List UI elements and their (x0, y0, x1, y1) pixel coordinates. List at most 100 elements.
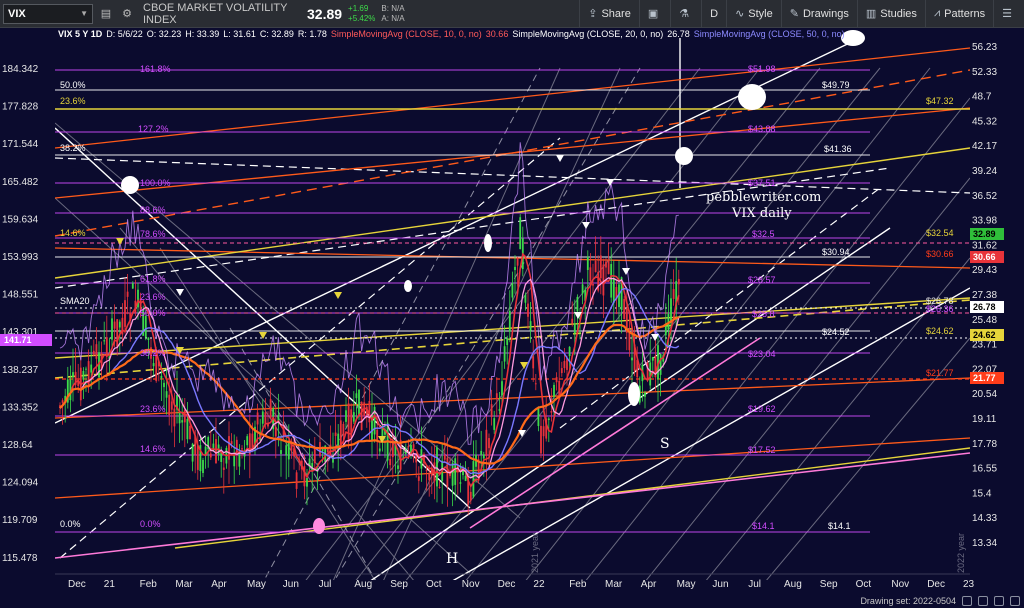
expand-icon[interactable] (1010, 596, 1020, 606)
candle (191, 442, 194, 472)
candle (519, 214, 522, 250)
link-icon[interactable]: ▤ (98, 6, 114, 22)
fib-right-label: $30.94 (822, 247, 850, 257)
share-button[interactable]: ⇪ Share (579, 0, 639, 28)
right-axis-price-tag-text: 32.89 (973, 229, 996, 239)
candle (599, 236, 602, 295)
instrument-name: CBOE MARKET VOLATILITY INDEX (143, 1, 288, 26)
time-axis-tick: Jun (712, 579, 728, 590)
zoom-in-icon[interactable] (978, 596, 988, 606)
arrow-marker-icon (582, 222, 590, 229)
time-axis-tick: Sep (820, 579, 838, 590)
candle (178, 394, 181, 443)
bid-value: B: N/A (381, 3, 405, 13)
right-price-axis[interactable]: 56.23 52.33 48.7 45.32 42.17 39.24 36.52 33.98 3… (970, 42, 1004, 549)
fib-right-label: $14.1 (828, 521, 851, 531)
right-axis-tick: 17.78 (972, 439, 997, 450)
candle (594, 236, 597, 273)
sma20-tag: SMA20 (60, 296, 90, 306)
left-axis-tick: 128.64 (2, 440, 33, 451)
candle (412, 441, 415, 463)
candle (225, 445, 228, 469)
symbol-selector[interactable]: VIX ▼ (3, 3, 93, 24)
ohlc-high: H: 33.39 (185, 29, 220, 39)
candle (631, 334, 633, 385)
drawings-icon: ✎ (789, 8, 799, 20)
fib-right-label: $32.5 (752, 229, 775, 239)
style-label: Style (748, 7, 773, 20)
price-chart[interactable]: 161.8% 50.0% 23.6% 127.2% 38.2% 100.0% 88.6% 14… (0, 28, 1024, 608)
candle (98, 341, 100, 390)
style-button[interactable]: ∿ Style (726, 0, 781, 28)
watermark-site: pebblewriter.com (706, 190, 821, 205)
candle (436, 445, 438, 503)
candle (199, 436, 202, 482)
candle (196, 430, 199, 480)
fib-left-label: 127.2% (138, 124, 169, 134)
gear-icon[interactable]: ⚙ (119, 6, 135, 22)
timeframe-button[interactable]: D (701, 0, 726, 28)
pan-icon[interactable] (994, 596, 1004, 606)
studies-button[interactable]: ▥ Studies (856, 0, 925, 28)
candle (490, 389, 493, 426)
year-marker-2021: 2021 year (530, 533, 540, 573)
time-axis-tick: Nov (462, 579, 480, 590)
candle (503, 325, 506, 369)
candle (649, 338, 652, 390)
right-axis-tick: 25.48 (972, 315, 997, 326)
candle (168, 372, 171, 426)
candle (350, 403, 353, 456)
fib-left-label: 38.2% (140, 348, 166, 358)
candle (508, 290, 511, 343)
fib-left-label: 23.6% (140, 292, 166, 302)
fib-right-label: $24.52 (822, 327, 850, 337)
candle (238, 444, 241, 476)
fib-left-label: 61.8% (140, 274, 166, 284)
sma50-label[interactable]: SimpleMovingAvg (CLOSE, 50, 0, no) (694, 28, 845, 40)
fib-right-label: $25.8 (752, 309, 775, 319)
right-axis-price-tag: 26.78 (970, 301, 1004, 313)
time-axis[interactable]: Dec 21 Feb Mar Apr May Jun Jul Aug Sep Oct Nov Dec 22… (55, 573, 975, 590)
candle (319, 423, 321, 458)
candle (558, 356, 561, 397)
fib-right-label: $26.36 (926, 304, 954, 314)
candle (371, 393, 373, 458)
right-axis-tick: 42.17 (972, 141, 997, 152)
zoom-out-icon[interactable] (962, 596, 972, 606)
snapshot-button[interactable]: ▣ (638, 0, 670, 28)
marker-circle (628, 382, 640, 406)
flask-button[interactable]: ⚗ (670, 0, 701, 28)
candle (589, 253, 592, 305)
ohlc-range: R: 1.78 (297, 29, 327, 39)
fib-left-label: 0.0% (60, 519, 81, 529)
left-axis-tick: 159.634 (2, 214, 39, 225)
drawings-label: Drawings (802, 7, 849, 20)
candle (540, 414, 542, 458)
patterns-button[interactable]: ⩘ Patterns (924, 0, 993, 28)
sma10-label[interactable]: SimpleMovingAvg (CLOSE, 10, 0, no) (331, 28, 482, 40)
drawings-button[interactable]: ✎ Drawings (780, 0, 857, 28)
head-letter: H (446, 551, 458, 567)
drawing-set-label: Drawing set: 2022-0504 (860, 596, 956, 606)
candle (506, 335, 509, 365)
candle (183, 397, 186, 448)
marker-circle (404, 280, 412, 292)
studies-label: Studies (880, 7, 917, 20)
time-axis-tick: Oct (856, 579, 872, 590)
candle (186, 402, 189, 444)
candle (352, 391, 355, 424)
menu-button[interactable]: ☰ (993, 0, 1024, 28)
fib-left-label: 100.0% (140, 178, 171, 188)
sma20-label[interactable]: SimpleMovingAvg (CLOSE, 20, 0, no) (512, 28, 663, 40)
candle (602, 258, 605, 319)
fib-right-label: $51.98 (748, 64, 776, 74)
candle (313, 436, 316, 469)
time-axis-tick: Nov (891, 579, 909, 590)
chart-canvas[interactable]: 161.8% 50.0% 23.6% 127.2% 38.2% 100.0% 88.6% 14… (0, 28, 1024, 608)
left-axis-tick: 153.993 (2, 252, 39, 263)
left-price-axis[interactable]: 184.342 177.828 171.544 165.482 159.634 153.9… (0, 64, 52, 564)
arrow-marker-icon (556, 155, 564, 162)
candle (495, 377, 498, 418)
time-axis-tick: Apr (211, 579, 227, 590)
right-axis-price-tag-text: 21.77 (973, 373, 996, 383)
